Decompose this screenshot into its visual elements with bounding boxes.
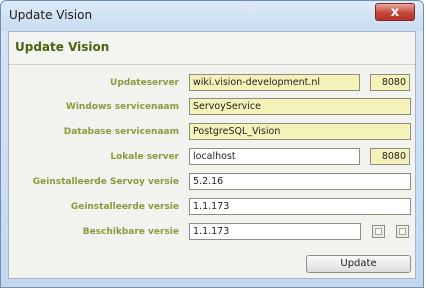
update-button[interactable]: Update [306,255,411,273]
updateserver-port-input[interactable]: 8080 [370,74,410,91]
servoy-version-input[interactable]: 5.2.16 [189,173,411,190]
windows-service-label: Windows servicenaam [65,102,179,112]
available-version-checkbox-2[interactable] [396,225,409,238]
available-version-checkbox-1[interactable] [372,225,385,238]
local-server-port-input[interactable]: 8080 [370,148,410,165]
installed-version-input[interactable]: 1.1.173 [189,198,411,215]
close-button[interactable]: x [375,3,415,21]
panel-title: Update Vision [15,40,110,54]
update-vision-window: Update Vision x Update Vision Updateserv… [0,0,424,288]
windows-service-input[interactable]: ServoyService [189,98,411,115]
panel-header: Update Vision [9,32,415,65]
title-bar[interactable]: Update Vision x [1,1,423,31]
database-service-input[interactable]: PostgreSQL_Vision [189,123,411,140]
window-title: Update Vision [9,8,93,22]
servoy-version-label: Geinstalleerde Servoy versie [32,177,179,187]
installed-version-label: Geinstalleerde versie [70,202,179,212]
updateserver-input[interactable]: wiki.vision-development.nl [189,74,360,91]
available-version-label: Beschikbare versie [82,227,179,237]
dialog-body: Update Vision Updateserver wiki.vision-d… [8,31,416,279]
local-server-input[interactable]: localhost [189,148,360,165]
close-icon: x [390,5,400,20]
updateserver-label: Updateserver [110,78,179,88]
available-version-input[interactable]: 1.1.173 [189,223,361,240]
local-server-label: Lokale server [110,152,179,162]
database-service-label: Database servicenaam [63,127,179,137]
